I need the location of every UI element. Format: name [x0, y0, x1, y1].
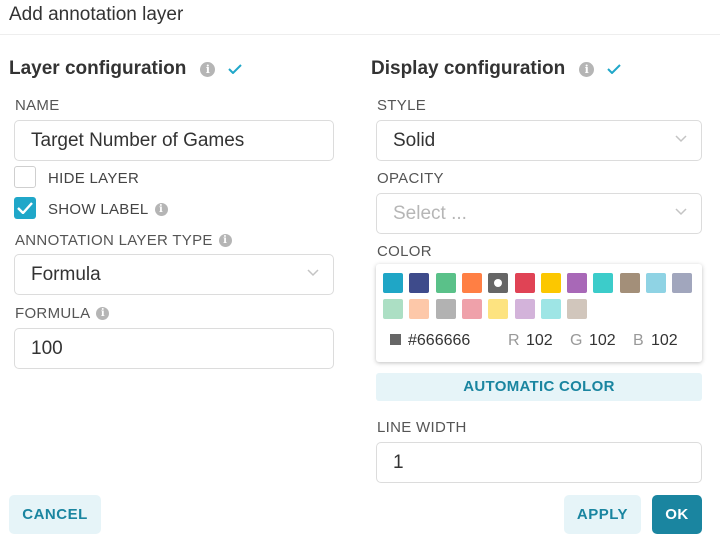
color-swatch[interactable] [540, 273, 561, 293]
checkmark-icon [607, 64, 621, 74]
formula-input-value: 100 [31, 337, 63, 359]
color-swatch[interactable] [435, 299, 456, 319]
opacity-label: OPACITY [377, 170, 444, 187]
color-swatch[interactable] [409, 299, 430, 319]
name-label: NAME [15, 97, 60, 114]
automatic-color-button[interactable]: AUTOMATIC COLOR [376, 373, 702, 401]
style-label: STYLE [377, 97, 427, 114]
color-swatch[interactable] [409, 273, 430, 293]
color-swatch[interactable] [488, 299, 509, 319]
chevron-down-icon [675, 135, 687, 143]
line-width-value: 1 [393, 451, 404, 473]
color-swatch[interactable] [646, 273, 666, 293]
color-label: COLOR [377, 243, 432, 260]
opacity-select[interactable]: Select ... [376, 193, 702, 234]
hide-layer-checkbox[interactable] [14, 166, 36, 188]
apply-button[interactable]: APPLY [564, 495, 641, 534]
b-label: B [633, 332, 644, 349]
color-swatch[interactable] [514, 273, 535, 293]
show-label-checkbox[interactable] [14, 197, 36, 219]
hex-input[interactable]: #666666 [408, 332, 470, 350]
name-input[interactable]: Target Number of Games [14, 120, 334, 161]
color-swatch[interactable] [514, 299, 535, 319]
color-swatch[interactable] [619, 273, 640, 293]
r-input[interactable]: 102 [526, 332, 552, 350]
color-swatch[interactable] [383, 273, 403, 293]
r-label: R [508, 332, 520, 349]
style-select[interactable]: Solid [376, 120, 702, 161]
title-divider [0, 34, 720, 35]
color-swatch[interactable] [461, 299, 482, 319]
annotation-type-value: Formula [31, 263, 101, 285]
info-icon[interactable]: i [579, 61, 595, 77]
color-swatch[interactable] [593, 273, 614, 293]
line-width-label: LINE WIDTH [377, 419, 467, 436]
g-label: G [570, 332, 583, 349]
checkmark-icon [228, 64, 243, 74]
info-icon[interactable]: i [96, 307, 110, 320]
dialog-title: Add annotation layer [9, 4, 184, 25]
color-swatch[interactable] [461, 273, 482, 293]
annotation-type-select[interactable]: Formula [14, 254, 334, 295]
color-swatch[interactable] [672, 273, 693, 293]
display-config-heading: Display configuration i [371, 58, 621, 80]
show-label-label: SHOW LABEL i [48, 201, 168, 218]
formula-label: FORMULA i [15, 305, 110, 322]
style-value: Solid [393, 129, 436, 151]
color-swatch[interactable] [540, 299, 561, 319]
color-swatch[interactable] [383, 299, 403, 319]
show-label-text: SHOW LABEL [48, 201, 149, 218]
formula-label-text: FORMULA [15, 305, 91, 322]
layer-config-heading: Layer configuration i [9, 58, 243, 80]
layer-config-heading-text: Layer configuration [9, 58, 187, 79]
display-config-heading-text: Display configuration [371, 58, 566, 79]
opacity-placeholder: Select ... [393, 202, 467, 224]
chevron-down-icon [307, 269, 319, 277]
info-icon[interactable]: i [154, 203, 168, 216]
info-icon[interactable]: i [200, 61, 216, 77]
color-picker: #666666 R 102 G 102 B 102 [376, 264, 702, 362]
annotation-type-label-text: ANNOTATION LAYER TYPE [15, 232, 213, 249]
b-input[interactable]: 102 [651, 332, 677, 350]
name-input-value: Target Number of Games [31, 129, 245, 151]
formula-input[interactable]: 100 [14, 328, 334, 369]
color-swatch[interactable] [567, 273, 588, 293]
ok-button[interactable]: OK [652, 495, 702, 534]
cancel-button[interactable]: CANCEL [9, 495, 101, 534]
annotation-type-label: ANNOTATION LAYER TYPE i [15, 232, 232, 249]
info-icon[interactable]: i [218, 234, 232, 247]
hex-color-chip [390, 334, 401, 345]
g-input[interactable]: 102 [589, 332, 615, 350]
chevron-down-icon [675, 208, 687, 216]
hide-layer-label: HIDE LAYER [48, 170, 140, 187]
color-swatch[interactable] [435, 273, 456, 293]
color-swatch[interactable] [567, 299, 588, 319]
line-width-input[interactable]: 1 [376, 442, 702, 483]
checkmark-icon [17, 202, 33, 214]
color-swatch[interactable] [488, 273, 509, 293]
